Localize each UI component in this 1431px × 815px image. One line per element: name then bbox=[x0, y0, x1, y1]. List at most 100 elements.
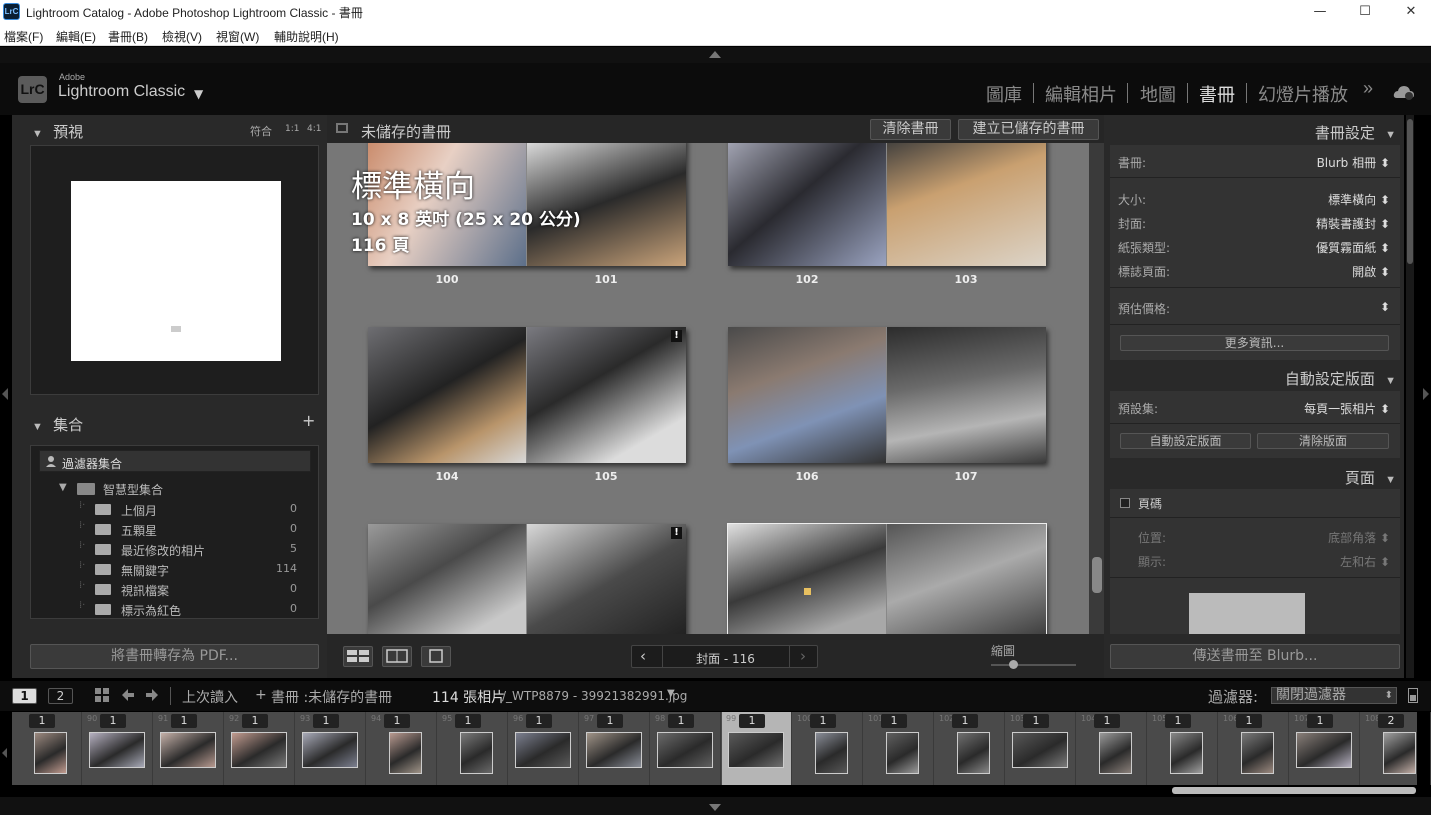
filmstrip-cell[interactable]: 106 1 bbox=[1219, 712, 1289, 785]
filmstrip-cell[interactable]: 1 bbox=[12, 712, 82, 785]
filmstrip-thumbnail[interactable] bbox=[1170, 732, 1203, 774]
price-toggle-icon[interactable]: ⬍ bbox=[1380, 300, 1390, 314]
forward-arrow-icon[interactable] bbox=[145, 688, 160, 703]
filmstrip-thumbnail[interactable] bbox=[34, 732, 67, 774]
maximize-button[interactable]: ☐ bbox=[1342, 0, 1388, 24]
filmstrip-cell[interactable]: 99 1 bbox=[722, 712, 792, 785]
photo-105[interactable] bbox=[527, 327, 686, 463]
collapse-triangle-icon[interactable]: ▼ bbox=[32, 128, 43, 140]
filmstrip-cell[interactable]: 92 1 bbox=[225, 712, 295, 785]
next-page-button[interactable]: › bbox=[800, 647, 806, 665]
filmstrip-cell[interactable]: 90 1 bbox=[83, 712, 153, 785]
filmstrip-thumbnail[interactable] bbox=[957, 732, 990, 774]
photo-107[interactable] bbox=[887, 327, 1046, 463]
auto-layout-button[interactable]: 自動設定版面 bbox=[1120, 433, 1251, 449]
filmstrip-thumbnail[interactable] bbox=[89, 732, 145, 768]
scrollbar-thumb[interactable] bbox=[1092, 557, 1102, 593]
filmstrip-cell[interactable]: 93 1 bbox=[296, 712, 366, 785]
collection-row[interactable]: ⁞· 五顆星 0 bbox=[31, 519, 318, 539]
bottom-panel-toggle-strip[interactable] bbox=[0, 797, 1431, 815]
collections-panel-header[interactable]: ▼ 集合 bbox=[32, 414, 83, 435]
filmstrip-cell[interactable]: 97 1 bbox=[580, 712, 650, 785]
filter-select[interactable]: 關閉過濾器 ⬍ bbox=[1271, 687, 1397, 704]
photo-106[interactable] bbox=[728, 327, 886, 463]
filmstrip-thumbnail[interactable] bbox=[160, 732, 216, 768]
menu-window[interactable]: 視窗(W) bbox=[216, 28, 259, 45]
filmstrip-cell[interactable]: 108 2 bbox=[1361, 712, 1431, 785]
photo-103[interactable] bbox=[887, 143, 1046, 266]
book-settings-header[interactable]: 書冊設定 ▼ bbox=[1315, 122, 1396, 143]
back-arrow-icon[interactable] bbox=[120, 688, 135, 703]
filmstrip-thumbnail[interactable] bbox=[1241, 732, 1274, 774]
workspace-scrollbar[interactable] bbox=[1089, 143, 1104, 634]
collection-row[interactable]: ⁞· 上個月 0 bbox=[31, 499, 318, 519]
filmstrip-cell[interactable]: 95 1 bbox=[438, 712, 508, 785]
close-button[interactable]: ✕ bbox=[1388, 0, 1431, 24]
menu-edit[interactable]: 編輯(E) bbox=[56, 28, 96, 45]
filmstrip-thumbnail[interactable] bbox=[886, 732, 919, 774]
filmstrip-cell[interactable]: 103 1 bbox=[1006, 712, 1076, 785]
single-page-view-button[interactable] bbox=[421, 646, 451, 667]
collapse-triangle-icon[interactable]: ▼ bbox=[1385, 474, 1396, 486]
collection-row[interactable]: ⁞· 標示為紅色 0 bbox=[31, 599, 318, 618]
previous-import-label[interactable]: 上次讀入 bbox=[182, 687, 238, 707]
menu-book[interactable]: 書冊(B) bbox=[108, 28, 148, 45]
module-develop[interactable]: 編輯相片 bbox=[1045, 81, 1117, 107]
module-map[interactable]: 地圖 bbox=[1140, 81, 1176, 107]
collection-row[interactable]: ⁞· 視訊檔案 0 bbox=[31, 579, 318, 599]
filmstrip-thumbnail[interactable] bbox=[302, 732, 358, 768]
collapse-bottom-icon[interactable] bbox=[709, 804, 721, 811]
selection-handle[interactable] bbox=[804, 588, 811, 595]
filmstrip-thumbnail[interactable] bbox=[515, 732, 571, 768]
module-library[interactable]: 圖庫 bbox=[986, 81, 1022, 107]
menu-view[interactable]: 檢視(V) bbox=[162, 28, 202, 45]
photo-111[interactable] bbox=[887, 524, 1046, 634]
menu-file[interactable]: 檔案(F) bbox=[4, 28, 43, 45]
filmstrip-cell[interactable]: 105 1 bbox=[1148, 712, 1218, 785]
filmstrip-cell[interactable]: 100 1 bbox=[793, 712, 863, 785]
create-saved-book-button[interactable]: 建立已儲存的書冊 bbox=[958, 119, 1099, 140]
collapse-top-icon[interactable] bbox=[709, 51, 721, 58]
page-template-preview[interactable] bbox=[1189, 593, 1305, 634]
filmstrip-thumbnail[interactable] bbox=[231, 732, 287, 768]
filmstrip-thumbnail[interactable] bbox=[815, 732, 848, 774]
thumbnail-zoom-slider[interactable] bbox=[991, 660, 1076, 669]
auto-layout-header[interactable]: 自動設定版面 ▼ bbox=[1285, 368, 1396, 389]
filter-lock-icon[interactable] bbox=[1408, 688, 1418, 703]
position-select[interactable]: 底部角落 ⬍ bbox=[1328, 529, 1390, 546]
identity-menu-arrow[interactable]: ▼ bbox=[194, 87, 203, 101]
filmstrip-cell[interactable]: 107 1 bbox=[1290, 712, 1360, 785]
filmstrip-thumbnail[interactable] bbox=[389, 732, 422, 774]
filmstrip-thumbnail[interactable] bbox=[1012, 732, 1068, 768]
collection-filter-field[interactable]: 過濾器集合 bbox=[39, 450, 311, 472]
export-pdf-button[interactable]: 將書冊轉存為 PDF... bbox=[30, 644, 319, 669]
collapse-triangle-icon[interactable]: ▼ bbox=[32, 421, 43, 433]
page-panel-header[interactable]: 頁面 ▼ bbox=[1345, 467, 1396, 488]
filmstrip-thumbnail[interactable] bbox=[1296, 732, 1352, 768]
module-book[interactable]: 書冊 bbox=[1199, 81, 1235, 107]
minimize-button[interactable]: — bbox=[1297, 0, 1343, 24]
filmstrip-thumbnail[interactable] bbox=[1383, 732, 1416, 774]
left-panel-toggle-icon[interactable] bbox=[2, 388, 8, 400]
spread-view-button[interactable] bbox=[382, 646, 412, 667]
filmstrip-scroll-left-icon[interactable] bbox=[2, 748, 7, 758]
photo-109[interactable] bbox=[527, 524, 686, 634]
grid-view-icon[interactable] bbox=[95, 688, 110, 703]
collapse-triangle-icon[interactable]: ▼ bbox=[1385, 129, 1396, 141]
send-to-blurb-button[interactable]: 傳送書冊至 Blurb... bbox=[1110, 644, 1400, 669]
right-panel-scrollbar[interactable] bbox=[1406, 115, 1414, 678]
collapse-triangle-icon[interactable]: ▼ bbox=[1385, 375, 1396, 387]
more-info-button[interactable]: 更多資訊... bbox=[1120, 335, 1389, 351]
filmstrip-thumbnail[interactable] bbox=[460, 732, 493, 774]
filmstrip-thumbnail[interactable] bbox=[1099, 732, 1132, 774]
book-type-select[interactable]: Blurb 相冊 ⬍ bbox=[1317, 154, 1390, 171]
scrollbar-thumb[interactable] bbox=[1407, 119, 1413, 264]
source-path[interactable]: 書冊 :未儲存的書冊 bbox=[271, 687, 392, 707]
preset-select[interactable]: 每頁一張相片 ⬍ bbox=[1304, 400, 1390, 417]
size-select[interactable]: 標準橫向 ⬍ bbox=[1328, 191, 1390, 208]
display-select[interactable]: 左和右 ⬍ bbox=[1340, 553, 1390, 570]
filmstrip-cell[interactable]: 101 1 bbox=[864, 712, 934, 785]
filmstrip-cell[interactable]: 96 1 bbox=[509, 712, 579, 785]
spread-104-105[interactable]: ! bbox=[368, 327, 686, 463]
cover-select[interactable]: 精裝書護封 ⬍ bbox=[1316, 215, 1390, 232]
